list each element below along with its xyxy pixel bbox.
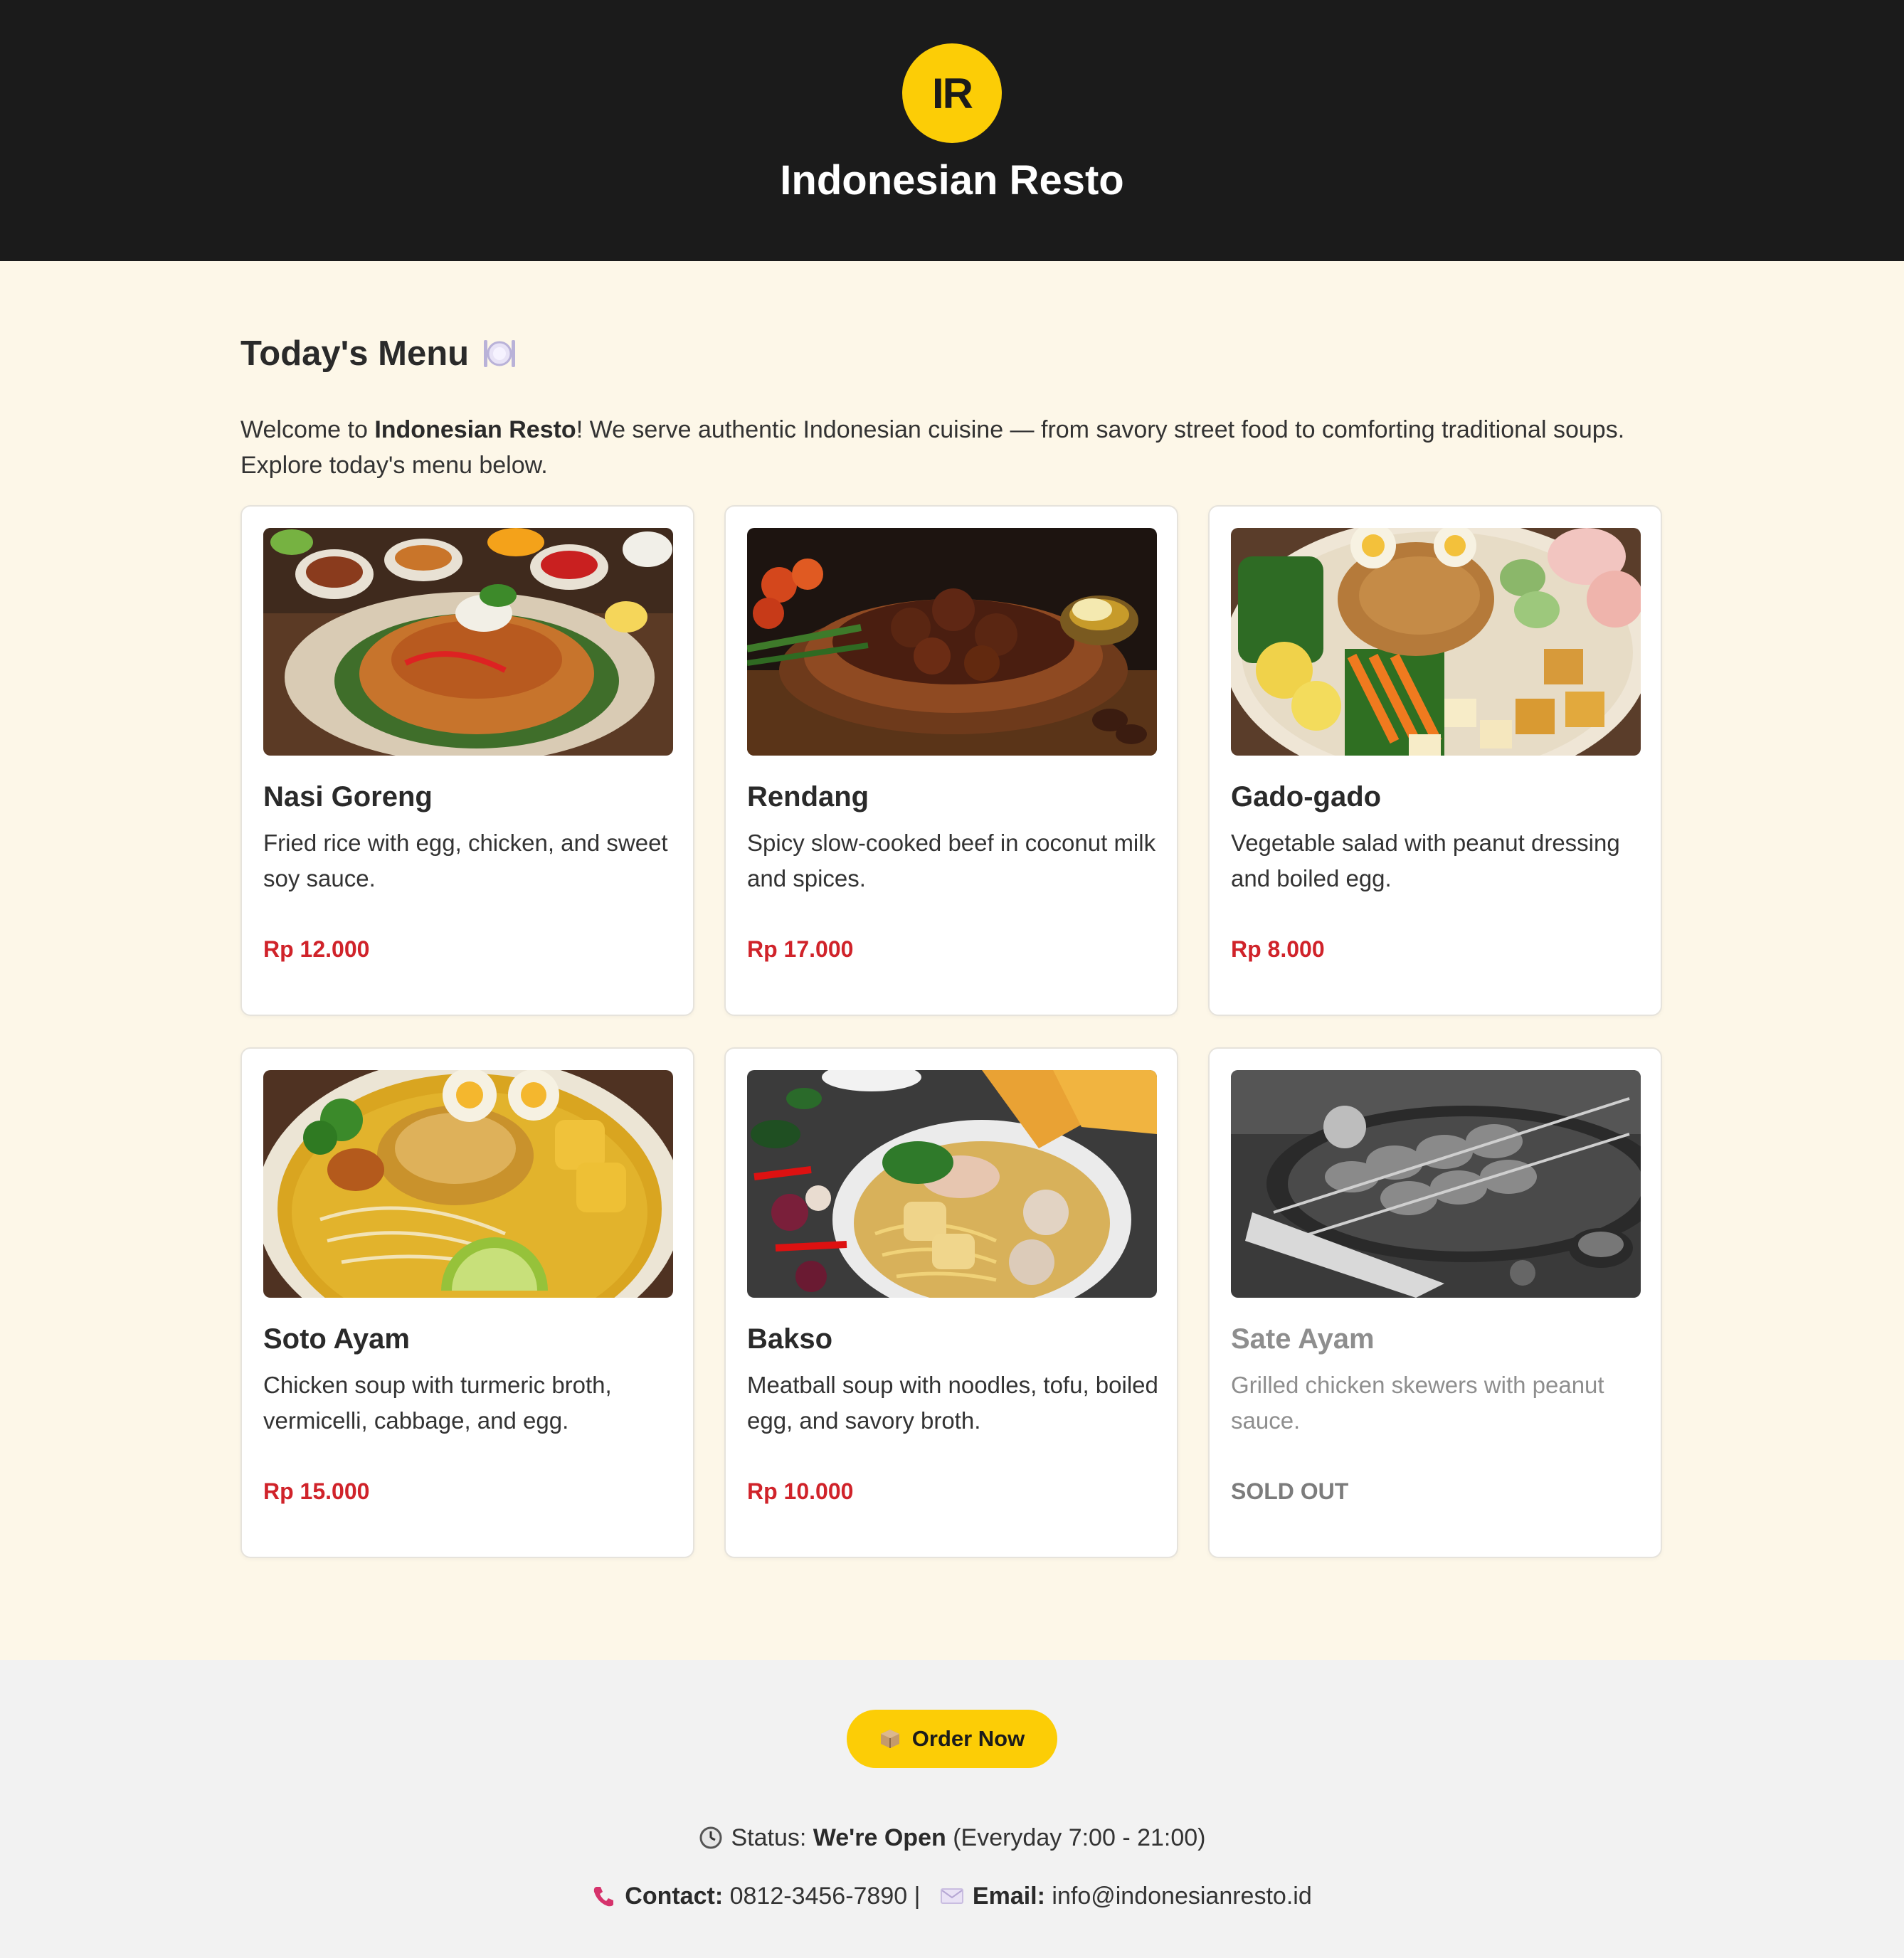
item-price: Rp 17.000 bbox=[747, 936, 854, 962]
food-photo bbox=[1231, 528, 1641, 756]
item-description: Meatball soup with noodles, tofu, boiled… bbox=[747, 1372, 1158, 1434]
item-price: Rp 15.000 bbox=[263, 1478, 370, 1504]
order-now-label: Order Now bbox=[911, 1726, 1025, 1751]
email-address[interactable]: info@indonesianresto.id bbox=[1052, 1883, 1311, 1910]
intro-brand: Indonesian Resto bbox=[374, 416, 576, 443]
contact-phone[interactable]: 0812-3456-7890 bbox=[730, 1883, 908, 1910]
separator: | bbox=[914, 1883, 921, 1910]
menu-card-sold-out: Sate Ayam Grilled chicken skewers with p… bbox=[1208, 1047, 1662, 1558]
menu-card: Gado-gado Vegetable salad with peanut dr… bbox=[1208, 505, 1662, 1016]
logo-badge: IR bbox=[902, 43, 1002, 143]
menu-card: Soto Ayam Chicken soup with turmeric bro… bbox=[240, 1047, 694, 1558]
status-line: Status: We're Open (Everyday 7:00 - 21:0… bbox=[0, 1824, 1904, 1852]
menu-card: Bakso Meatball soup with noodles, tofu, … bbox=[724, 1047, 1178, 1558]
contact-line: Contact: 0812-3456-7890 | Email: info@in… bbox=[0, 1883, 1904, 1910]
item-description: Fried rice with egg, chicken, and sweet … bbox=[263, 830, 668, 891]
menu-title-text: Today's Menu bbox=[240, 334, 470, 373]
item-name: Soto Ayam bbox=[263, 1323, 410, 1355]
intro-text: Welcome to Indonesian Resto! We serve au… bbox=[240, 412, 1664, 483]
menu-section: Today's Menu Welcome to Indonesian Resto… bbox=[0, 261, 1904, 1660]
item-price: Rp 8.000 bbox=[1231, 936, 1325, 962]
status-label: Status: bbox=[731, 1824, 807, 1851]
item-description: Vegetable salad with peanut dressing and… bbox=[1231, 830, 1620, 891]
phone-icon bbox=[594, 1887, 614, 1907]
status-value: We're Open bbox=[813, 1824, 946, 1851]
order-now-button[interactable]: Order Now bbox=[847, 1710, 1057, 1768]
food-photo bbox=[263, 528, 673, 756]
contact-label: Contact: bbox=[625, 1883, 724, 1910]
item-name: Sate Ayam bbox=[1231, 1323, 1375, 1355]
food-photo bbox=[1231, 1070, 1641, 1298]
item-name: Rendang bbox=[747, 781, 869, 813]
food-photo bbox=[263, 1070, 673, 1298]
menu-card: Nasi Goreng Fried rice with egg, chicken… bbox=[240, 505, 694, 1016]
item-price: Rp 12.000 bbox=[263, 936, 370, 962]
item-name: Bakso bbox=[747, 1323, 833, 1355]
item-description: Spicy slow-cooked beef in coconut milk a… bbox=[747, 830, 1156, 891]
package-icon bbox=[880, 1730, 899, 1748]
item-name: Nasi Goreng bbox=[263, 781, 433, 813]
clock-icon bbox=[699, 1826, 721, 1849]
logo-text: IR bbox=[932, 69, 973, 117]
item-name: Gado-gado bbox=[1231, 781, 1382, 813]
menu-title: Today's Menu bbox=[240, 334, 517, 374]
site-header: IR Indonesian Resto bbox=[0, 0, 1904, 261]
item-description: Chicken soup with turmeric broth, vermic… bbox=[263, 1372, 612, 1434]
menu-card: Rendang Spicy slow-cooked beef in coconu… bbox=[724, 505, 1178, 1016]
brand-name: Indonesian Resto bbox=[780, 157, 1124, 203]
item-price: Rp 10.000 bbox=[747, 1478, 854, 1504]
item-description: Grilled chicken skewers with peanut sauc… bbox=[1231, 1372, 1604, 1434]
food-photo bbox=[747, 528, 1157, 756]
site-footer: Order Now Status: We're Open (Everyday 7… bbox=[0, 1660, 1904, 1958]
email-label: Email: bbox=[972, 1883, 1045, 1910]
food-photo bbox=[747, 1070, 1157, 1298]
plate-cutlery-icon bbox=[484, 340, 516, 367]
sold-out-label: SOLD OUT bbox=[1231, 1478, 1349, 1504]
intro-prefix: Welcome to bbox=[240, 416, 375, 443]
email-icon bbox=[940, 1888, 963, 1904]
status-hours: (Everyday 7:00 - 21:00) bbox=[953, 1824, 1206, 1851]
